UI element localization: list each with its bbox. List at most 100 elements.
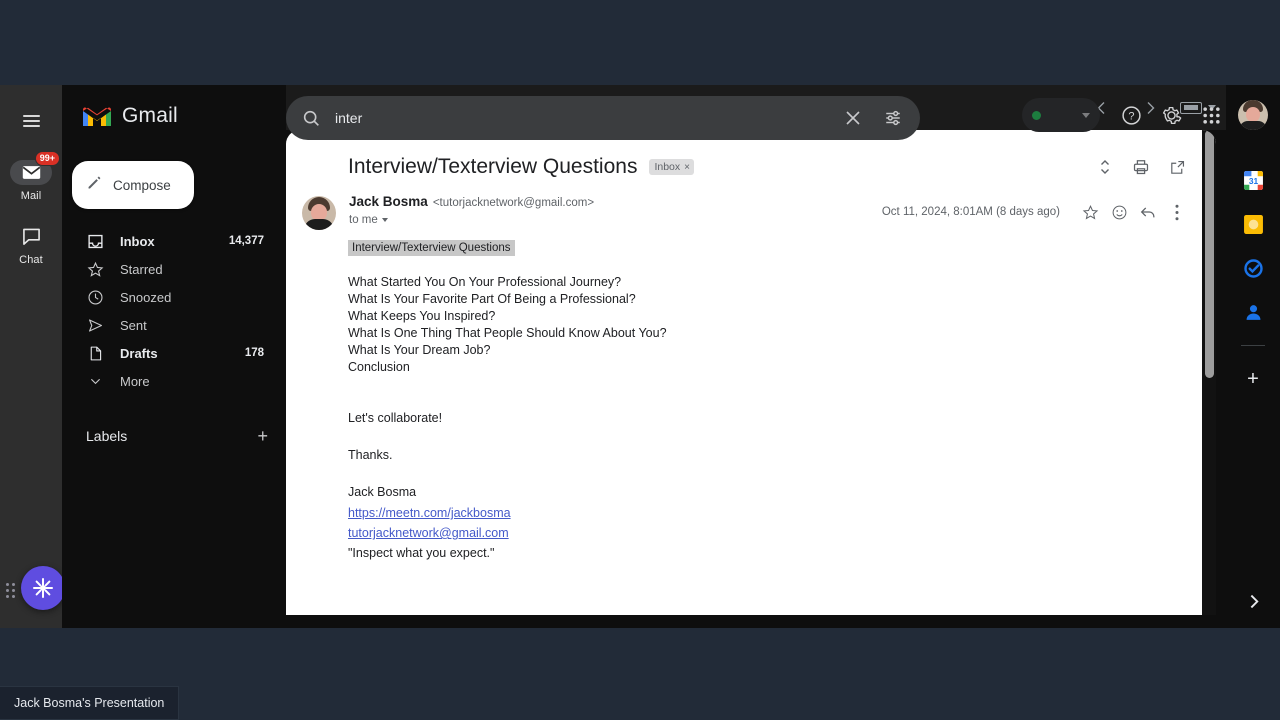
status-badge[interactable]: Inbox × [649,159,694,175]
account-avatar[interactable] [1238,100,1268,130]
scrollbar-track[interactable] [1202,130,1216,615]
side-panel-divider [1241,345,1265,346]
header-right-group: ? [1022,96,1268,134]
chevron-right-icon[interactable] [1246,594,1261,614]
gmail-application-window: 99+ Mail Chat Gmail Compose Inbox 14,377… [0,85,1280,628]
sidebar-item-inbox-count: 14,377 [228,235,264,247]
question-line: What Keeps You Inspired? [348,309,496,323]
gmail-top-header: ? [62,85,1280,147]
inbox-chip-label: Inbox [654,161,681,173]
gmail-left-navigation: Gmail Compose Inbox 14,377 Starred Snooz… [62,85,286,628]
add-app-button[interactable]: + [1242,368,1264,390]
message-actions: Oct 11, 2024, 8:01AM (8 days ago) [882,194,1190,230]
app-switcher-rail: 99+ Mail Chat [0,85,65,628]
status-dot [1032,110,1041,120]
taskbar-tooltip-label: Jack Bosma's Presentation [14,696,165,710]
rail-item-chat-label: Chat [19,254,43,266]
sidebar-item-sent[interactable]: Sent [62,311,278,339]
google-contacts-icon[interactable] [1242,301,1264,323]
more-vertical-icon[interactable] [1164,199,1190,225]
signature-name: Jack Bosma [348,485,417,499]
message-timestamp: Oct 11, 2024, 8:01AM (8 days ago) [881,206,1060,218]
question-line: What Is Your Favorite Part Of Being a Pr… [348,292,636,306]
recipient-line[interactable]: to me [349,214,882,226]
gear-icon[interactable] [1152,96,1190,134]
rail-item-mail[interactable]: 99+ Mail [0,151,62,202]
print-icon[interactable] [1128,154,1154,180]
sender-name: Jack Bosma [349,194,428,209]
question-line: What Is One Thing That People Should Kno… [348,326,667,340]
sidebar-item-more[interactable]: More [62,367,278,395]
avatar[interactable] [302,196,336,230]
rail-item-chat[interactable]: Chat [0,224,62,266]
google-keep-icon[interactable] [1242,213,1264,235]
draft-icon [86,344,104,362]
email-thread-panel: Interview/Texterview Questions Inbox × J… [286,130,1216,615]
chevron-down-icon [86,372,104,390]
star-outline-icon[interactable] [1077,199,1103,225]
google-tasks-icon[interactable] [1242,257,1264,279]
body-heading: Interview/Texterview Questions [348,240,515,256]
svg-text:31: 31 [1248,175,1258,185]
sender-row: Jack Bosma <tutorjacknetwork@gmail.com> … [286,180,1216,230]
close-x-icon[interactable] [836,101,870,135]
sidebar-item-snoozed[interactable]: Snoozed [62,283,278,311]
clock-icon [86,288,104,306]
compose-label: Compose [113,177,171,193]
chevron-down-icon [381,218,388,222]
status-pill[interactable] [1022,98,1100,132]
labels-section-header: Labels + [62,423,286,449]
signature-link-email[interactable]: tutorjacknetwork@gmail.com [348,523,1190,543]
close-icon[interactable]: × [684,162,690,173]
sidebar-item-inbox[interactable]: Inbox 14,377 [62,227,278,255]
reply-arrow-icon[interactable] [1135,199,1161,225]
sidebar-item-snoozed-label: Snoozed [120,289,172,305]
chevron-down-icon [1082,112,1090,118]
desktop-background: 99+ Mail Chat Gmail Compose Inbox 14,377… [0,0,1280,720]
search-options-icon[interactable] [876,101,910,135]
add-label-button[interactable]: + [257,427,268,445]
send-icon [86,316,104,334]
chat-bubble-icon [10,224,52,249]
sidebar-item-starred[interactable]: Starred [62,255,278,283]
scrollbar-thumb[interactable] [1205,130,1214,378]
google-side-panel: 31 + [1226,147,1280,628]
mail-unread-badge: 99+ [34,151,60,166]
question-line: What Started You On Your Professional Jo… [348,275,622,289]
sidebar-item-drafts[interactable]: Drafts 178 [62,339,278,367]
signature-quote: "Inspect what you expect." [348,546,495,560]
question-line: Conclusion [348,360,410,374]
sidebar-item-drafts-label: Drafts [120,345,158,361]
emoji-smiley-icon[interactable] [1106,199,1132,225]
sidebar-item-more-label: More [120,373,150,389]
recipient-label: to me [349,214,378,226]
google-apps-grid-icon[interactable] [1192,96,1230,134]
closing-line-2: Thanks. [348,448,393,462]
ai-assistant-fab[interactable] [21,566,65,610]
hamburger-menu-icon[interactable] [14,104,48,138]
help-circle-icon[interactable]: ? [1112,96,1150,134]
signature-link-meetn[interactable]: https://meetn.com/jackbosma [348,503,1190,523]
search-input[interactable] [335,110,836,126]
drag-dots[interactable] [6,583,15,598]
pencil-icon [86,174,103,196]
search-bar[interactable] [286,96,920,140]
open-in-new-icon[interactable] [1164,154,1190,180]
rail-item-mail-label: Mail [20,190,42,202]
question-line: What Is Your Dream Job? [348,343,491,357]
closing-line-1: Let's collaborate! [348,411,443,425]
sender-email: <tutorjacknetwork@gmail.com> [432,197,595,209]
compose-button[interactable]: Compose [72,161,194,209]
mail-icon: 99+ [10,151,60,185]
reading-pane: Interview/Texterview Questions Inbox × J… [286,85,1226,628]
expand-collapse-icon[interactable] [1092,154,1118,180]
subject-actions [1092,154,1190,180]
sender-line: Jack Bosma <tutorjacknetwork@gmail.com> [349,194,882,209]
search-icon [302,109,321,128]
taskbar-tooltip: Jack Bosma's Presentation [0,686,180,720]
google-calendar-icon[interactable]: 31 [1242,169,1264,191]
sidebar-item-inbox-label: Inbox [120,233,155,249]
